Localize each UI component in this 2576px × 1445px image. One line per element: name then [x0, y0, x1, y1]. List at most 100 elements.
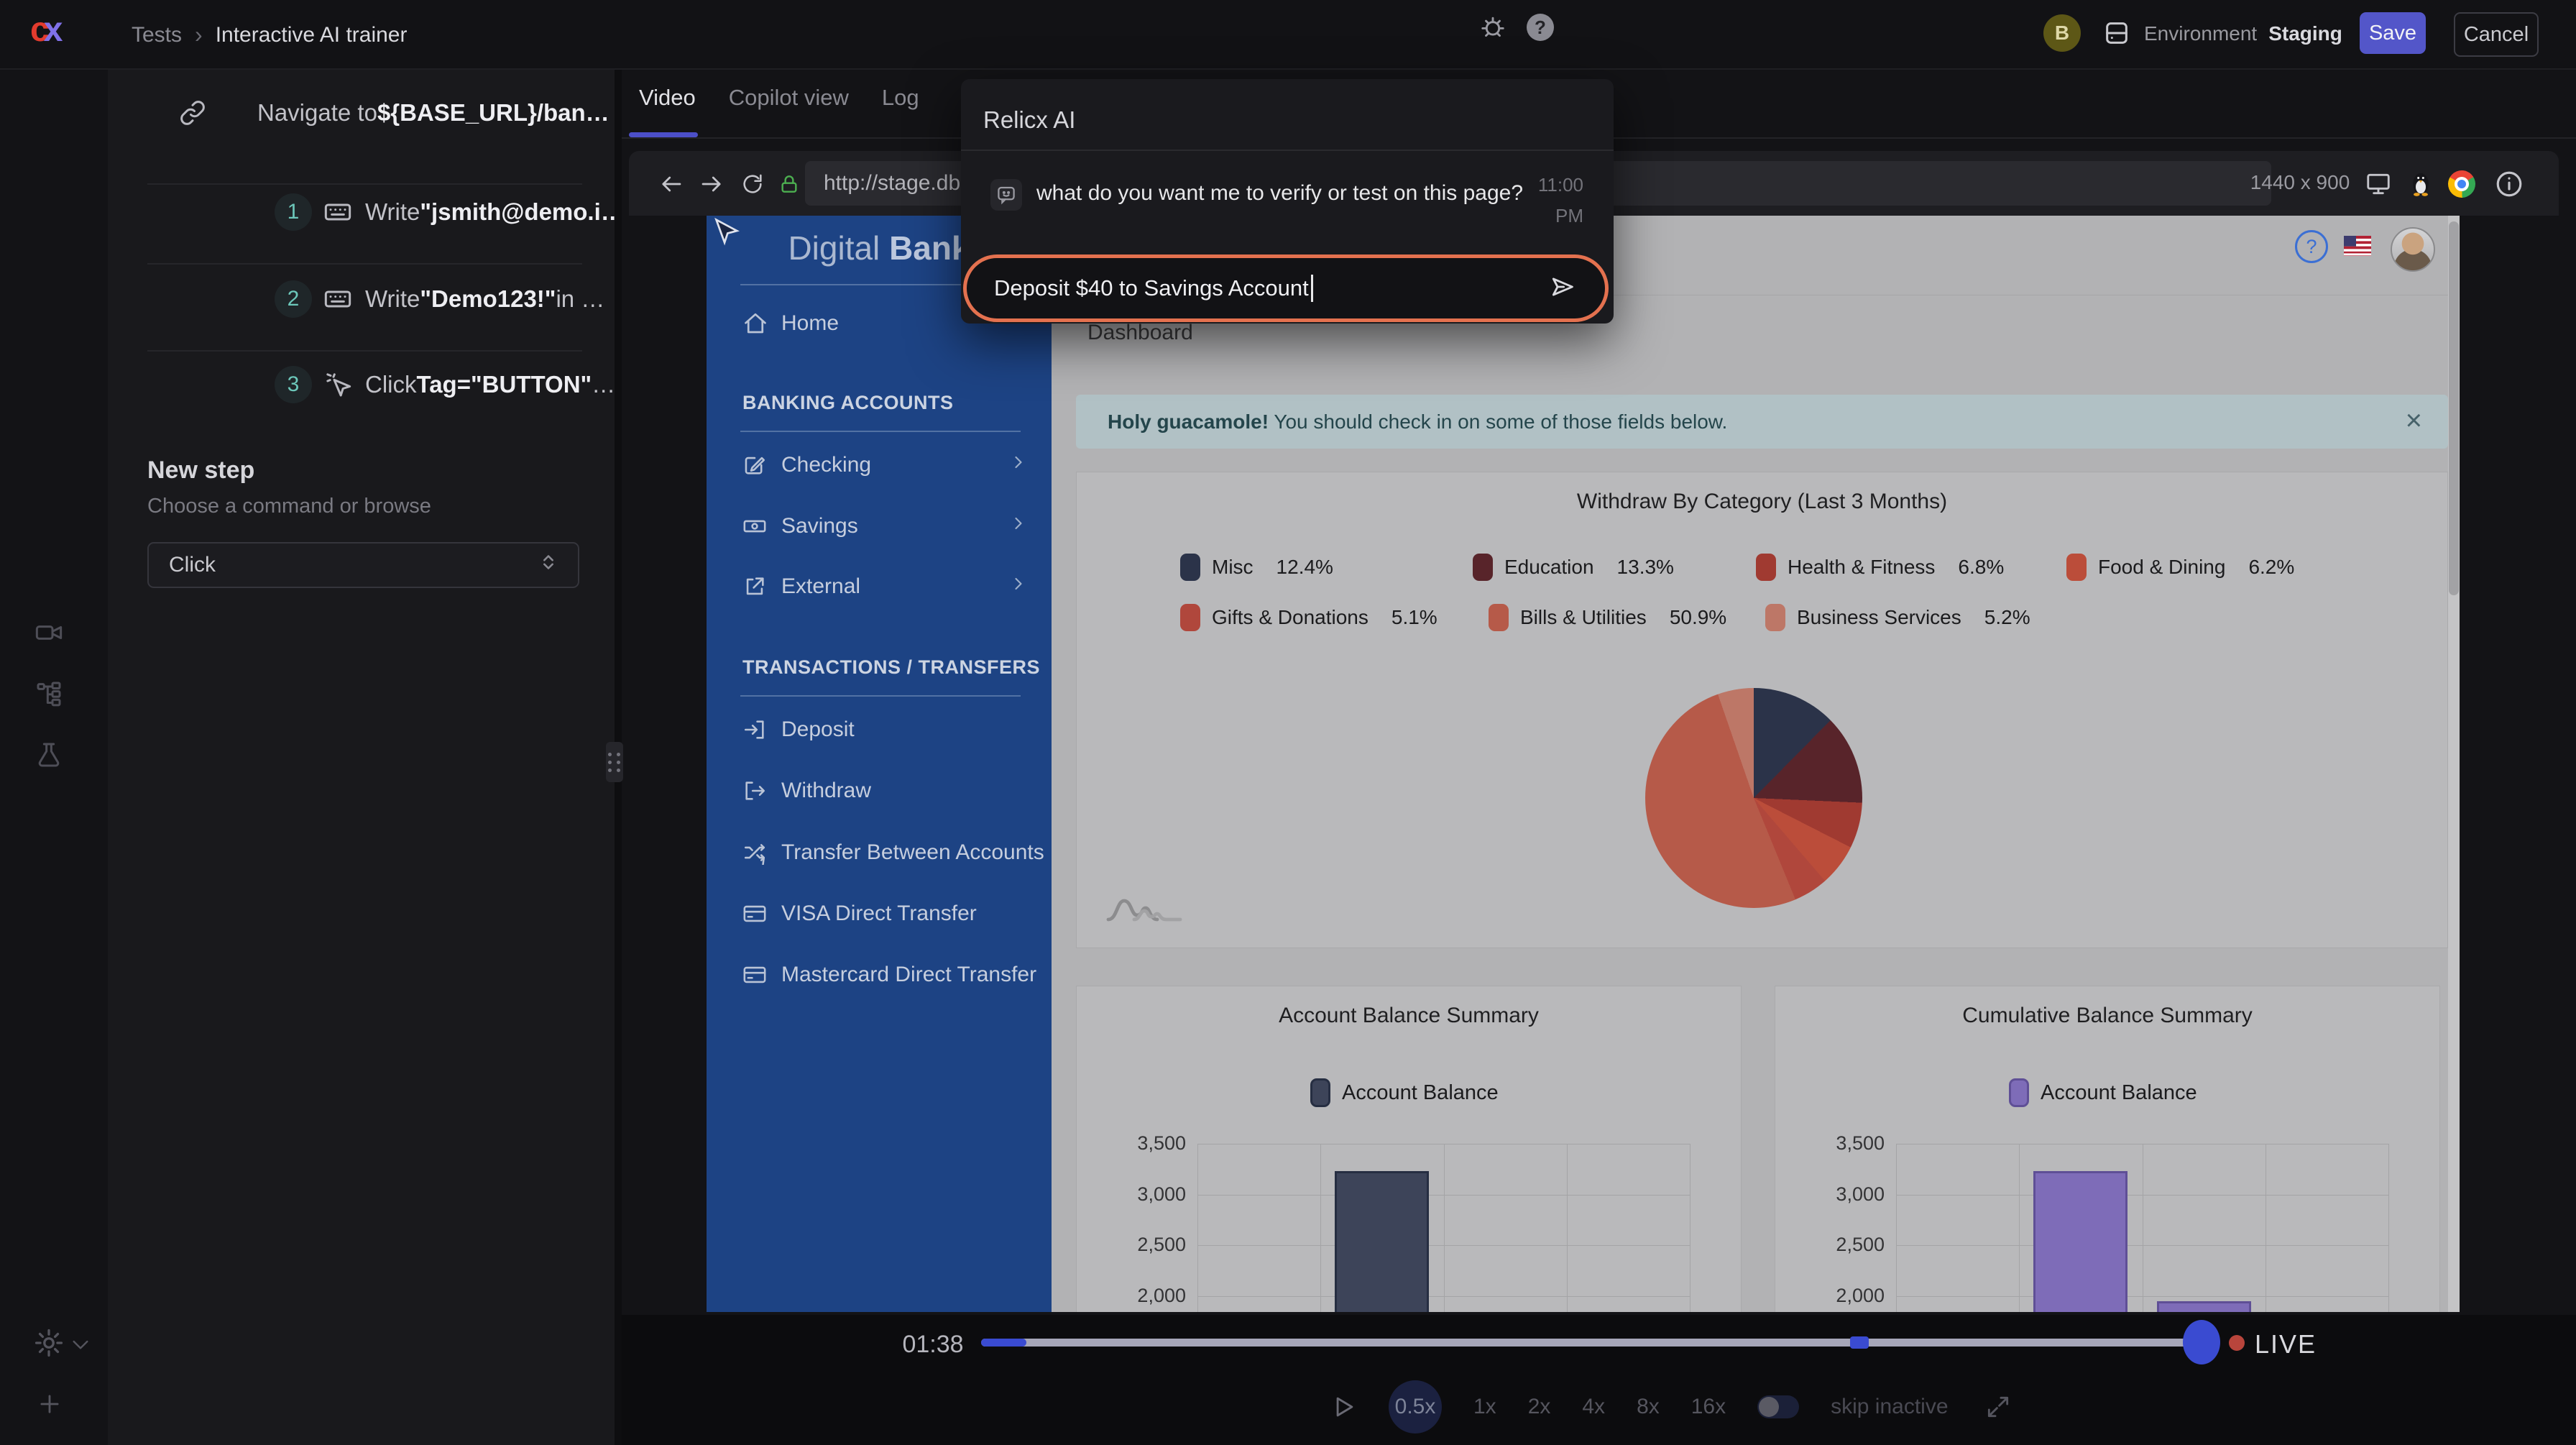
back-icon[interactable]	[658, 171, 684, 201]
reload-icon[interactable]	[740, 172, 765, 200]
test-step-3[interactable]: 3Click Tag="BUTTON" …	[108, 349, 615, 421]
settings-gear-icon[interactable]	[33, 1327, 65, 1362]
bank-nav-mastercard-direct-transfer[interactable]: Mastercard Direct Transfer	[707, 950, 1052, 1000]
chat-input[interactable]: Deposit $40 to Savings Account	[963, 254, 1609, 322]
timeline-marker[interactable]	[1850, 1336, 1869, 1349]
legend-item[interactable]: Bills & Utilities50.9%	[1489, 603, 1726, 632]
command-dropdown[interactable]: Click	[147, 542, 579, 588]
panel-resize-handle[interactable]	[606, 742, 623, 782]
speed-option-8x[interactable]: 8x	[1637, 1395, 1660, 1419]
timeline-track[interactable]	[981, 1339, 2210, 1347]
test-step-1[interactable]: 1Write "jsmith@demo.i…	[108, 176, 615, 248]
recordings-icon[interactable]	[34, 618, 63, 651]
timeline-handle[interactable]	[2183, 1320, 2220, 1364]
timeline-progress	[981, 1339, 1026, 1347]
legend-swatch	[1765, 604, 1785, 631]
bank-nav-savings[interactable]: Savings	[707, 501, 1052, 551]
cumulative-balance-card: Cumulative Balance Summary Account Balan…	[1775, 986, 2440, 1312]
settings-chevron-icon[interactable]	[69, 1333, 92, 1359]
legend-swatch	[1489, 604, 1509, 631]
play-button-icon[interactable]	[1330, 1393, 1357, 1421]
scrollbar-thumb[interactable]	[2449, 221, 2459, 595]
user-avatar[interactable]: B	[2043, 14, 2081, 52]
legend-item[interactable]: Health & Fitness6.8%	[1756, 553, 2004, 582]
chat-title: Relicx AI	[983, 106, 1075, 134]
legend-item[interactable]: Gifts & Donations5.1%	[1180, 603, 1438, 632]
tab-log[interactable]: Log	[882, 85, 919, 111]
speed-option-4x[interactable]: 4x	[1582, 1395, 1605, 1419]
shuffle-icon	[742, 840, 774, 865]
app-top-bar: cx Tests › Interactive AI trainer ? B En…	[0, 0, 2576, 70]
test-steps-panel: Navigate to ${BASE_URL}/ban… 1Write "jsm…	[108, 68, 615, 1445]
y-axis-tick: 3,500	[1801, 1132, 1885, 1155]
navigate-step[interactable]: Navigate to ${BASE_URL}/ban…	[108, 77, 615, 149]
legend-item[interactable]: Account Balance	[2009, 1078, 2197, 1107]
bank-nav-visa-direct-transfer[interactable]: VISA Direct Transfer	[707, 889, 1052, 939]
gridline-v	[1197, 1144, 1198, 1312]
gridline-v	[1567, 1144, 1568, 1312]
alert-close-icon[interactable]: ×	[2406, 405, 2422, 437]
alert-bold-text: Holy guacamole!	[1108, 410, 1269, 434]
bank-page-title: Dashboard	[1087, 321, 1193, 345]
legend-item[interactable]: Education13.3%	[1473, 553, 1674, 582]
cancel-button[interactable]: Cancel	[2454, 12, 2539, 57]
legend-item[interactable]: Food & Dining6.2%	[2066, 553, 2294, 582]
us-flag-icon[interactable]	[2344, 236, 2371, 256]
tab-video[interactable]: Video	[639, 85, 696, 111]
flows-icon[interactable]	[34, 679, 63, 712]
bank-nav-label: Withdraw	[781, 779, 871, 803]
speed-option-16x[interactable]: 16x	[1691, 1395, 1726, 1419]
video-viewport: Digital Bank Home BANKING ACCOUNTSChecki…	[707, 216, 2460, 1312]
chevron-right-icon	[1008, 513, 1029, 539]
bug-report-icon[interactable]	[1479, 13, 1506, 44]
add-icon[interactable]	[36, 1390, 63, 1421]
bank-nav-label: Deposit	[781, 717, 855, 742]
bank-nav-checking[interactable]: Checking	[707, 440, 1052, 490]
bank-nav-withdraw[interactable]: Withdraw	[707, 766, 1052, 816]
page-scrollbar[interactable]	[2448, 216, 2460, 1312]
text-caret	[1311, 275, 1313, 302]
breadcrumb-tests[interactable]: Tests	[132, 23, 182, 47]
divider	[740, 431, 1021, 432]
tests-icon[interactable]	[34, 740, 63, 773]
legend-swatch	[2009, 1078, 2029, 1107]
gridline-v	[1320, 1144, 1321, 1312]
relicx-ai-chat-panel: Relicx AI what do you want me to verify …	[961, 79, 1614, 324]
bank-logo-bold: Bank	[889, 229, 970, 267]
breadcrumb: Tests › Interactive AI trainer	[132, 22, 407, 48]
bank-user-avatar[interactable]	[2391, 227, 2435, 272]
chart-watermark-icon	[1105, 895, 1189, 924]
forward-icon[interactable]	[699, 171, 724, 201]
bank-nav-external[interactable]: External	[707, 561, 1052, 612]
environment-picker[interactable]: Environment Staging	[2144, 22, 2342, 45]
legend-item[interactable]: Business Services5.2%	[1765, 603, 2030, 632]
help-icon[interactable]: ?	[1527, 14, 1554, 41]
page-title: Interactive AI trainer	[216, 23, 408, 47]
send-icon[interactable]	[1549, 273, 1576, 304]
cursor-icon	[323, 370, 352, 403]
view-tabs: Video Copilot view Log	[639, 85, 919, 111]
legend-item[interactable]: Misc12.4%	[1180, 553, 1333, 582]
test-step-2[interactable]: 2Write "Demo123!" in …	[108, 263, 615, 335]
chrome-browser-icon	[2448, 170, 2475, 198]
skip-inactive-toggle[interactable]	[1757, 1395, 1799, 1418]
bank-help-icon[interactable]: ?	[2295, 230, 2328, 263]
speed-option-0.5x[interactable]: 0.5x	[1389, 1380, 1442, 1433]
bank-nav-label: Checking	[781, 453, 871, 477]
legend-item[interactable]: Account Balance	[1310, 1078, 1499, 1107]
step-text: Write "jsmith@demo.i…	[365, 176, 625, 248]
speed-option-1x[interactable]: 1x	[1473, 1395, 1496, 1419]
chat-bot-avatar	[990, 179, 1022, 211]
cx-logo[interactable]: cx	[30, 10, 63, 50]
live-label[interactable]: LIVE	[2255, 1329, 2317, 1359]
speed-option-2x[interactable]: 2x	[1528, 1395, 1551, 1419]
bank-nav-transfer-between-accounts[interactable]: Transfer Between Accounts	[707, 827, 1052, 878]
viewport-resolution: 1440 x 900	[2250, 171, 2350, 194]
legend-percent: 5.2%	[1984, 606, 2030, 629]
fullscreen-expand-icon[interactable]	[1984, 1393, 2012, 1421]
bank-nav-deposit[interactable]: Deposit	[707, 705, 1052, 755]
info-icon[interactable]	[2494, 169, 2524, 203]
save-button[interactable]: Save	[2360, 12, 2426, 54]
divider	[961, 150, 1614, 151]
tab-copilot-view[interactable]: Copilot view	[729, 85, 849, 111]
